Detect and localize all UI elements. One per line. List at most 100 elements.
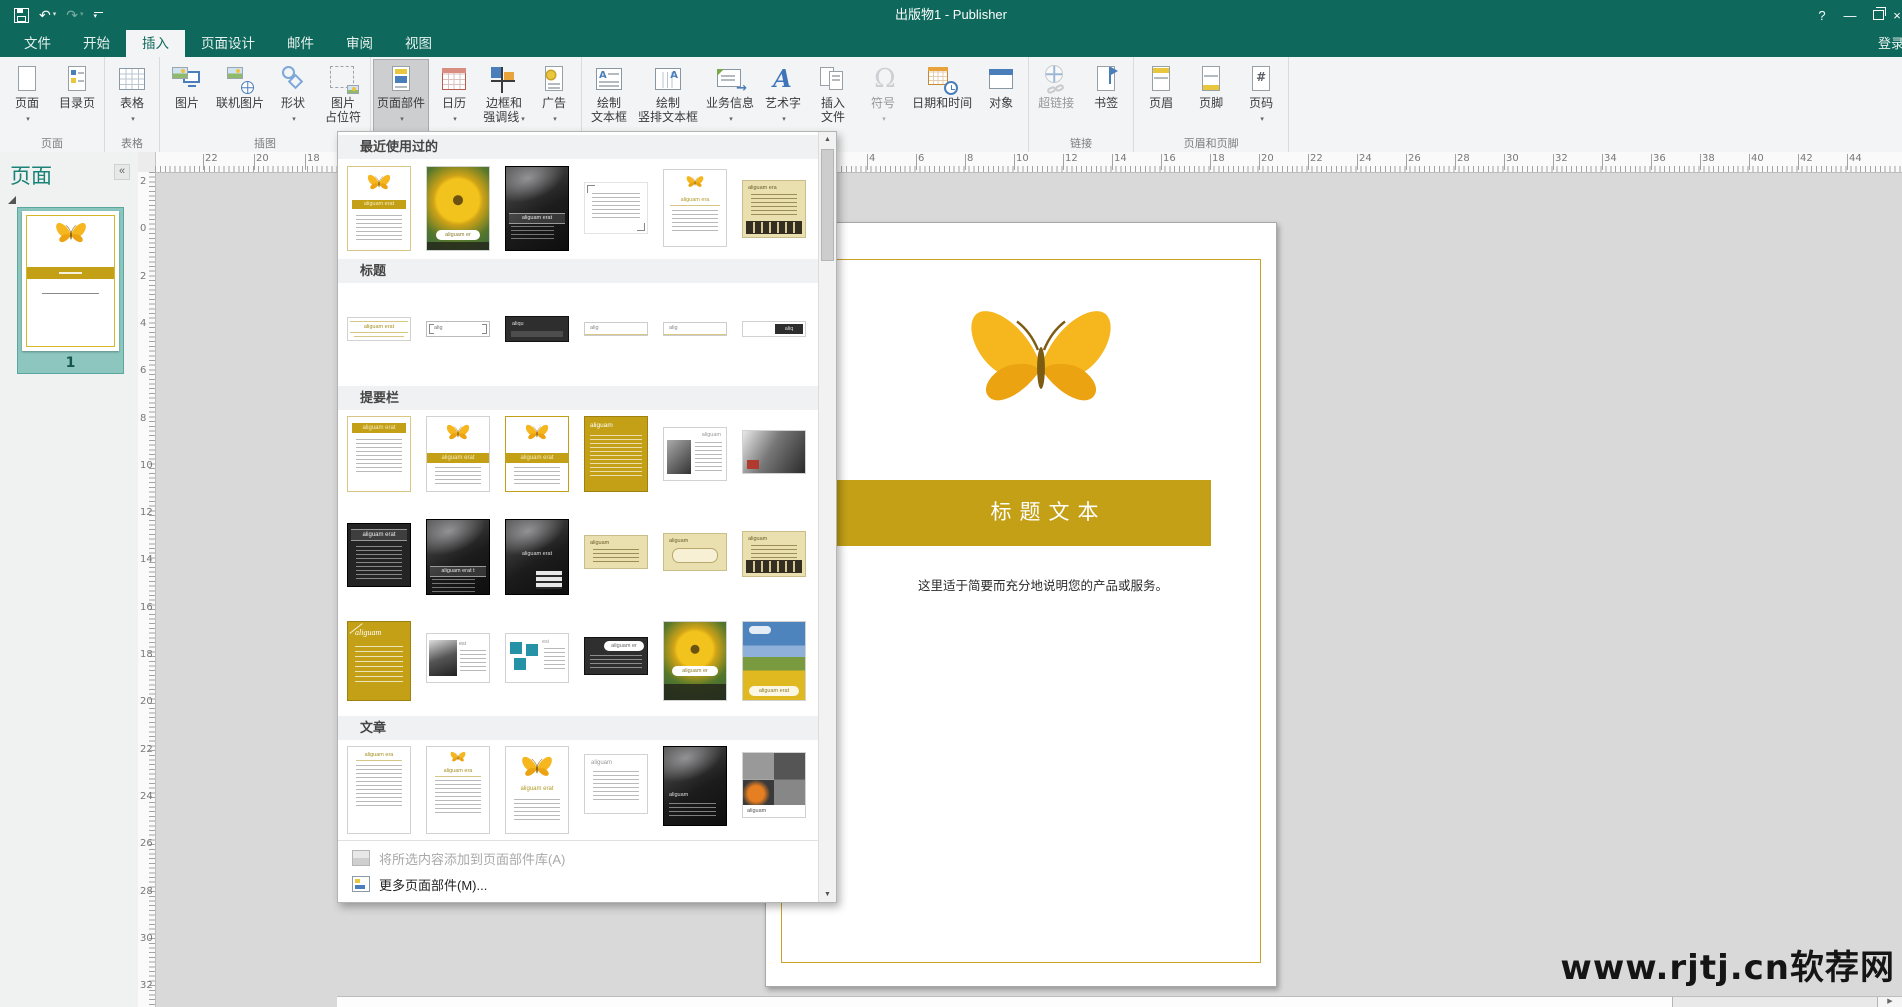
- publication-page[interactable]: 标题文本 这里适于简要而充分地说明您的产品或服务。: [765, 222, 1277, 987]
- gallery-thumbnail[interactable]: aliguam erat: [347, 166, 411, 251]
- scroll-up-arrow[interactable]: ▲: [819, 132, 836, 147]
- gallery-thumbnail[interactable]: aliguam: [663, 427, 727, 481]
- help-button[interactable]: ?: [1808, 8, 1836, 23]
- gallery-thumbnail[interactable]: aliguam erat: [347, 416, 411, 492]
- gallery-thumbnail[interactable]: aliguam era: [742, 180, 806, 238]
- gallery-thumbnail[interactable]: esi: [505, 633, 569, 683]
- thumbnail-caption: aliguam: [585, 421, 647, 430]
- gallery-thumbnail[interactable]: aliguam erat: [347, 523, 411, 587]
- gallery-thumbnail[interactable]: aliguam er: [663, 621, 727, 701]
- tab-view[interactable]: 视图: [389, 30, 448, 57]
- gallery-row: aliguam erataliguam eraliguam erat aligua…: [338, 166, 836, 251]
- insert-file-button[interactable]: 插入文件: [808, 59, 858, 135]
- gallery-thumbnail[interactable]: aliguam erat: [742, 621, 806, 701]
- footer-button[interactable]: 页脚: [1186, 59, 1236, 135]
- gallery-thumbnail[interactable]: aliguam erat: [505, 519, 569, 595]
- shapes-button[interactable]: 形状▾: [268, 59, 318, 135]
- more-page-parts-item[interactable]: 更多页面部件(M)...: [338, 871, 819, 897]
- gallery-thumbnail[interactable]: aliq: [742, 321, 806, 337]
- body-text[interactable]: 这里适于简要而充分地说明您的产品或服务。: [766, 575, 1276, 594]
- gallery-thumbnail[interactable]: aliguam: [742, 531, 806, 577]
- gallery-thumbnail[interactable]: alig: [663, 322, 727, 336]
- gallery-thumbnail[interactable]: aliguam erat: [505, 746, 569, 834]
- page-number-button[interactable]: #页码▾: [1236, 59, 1286, 135]
- bookmark-button[interactable]: 书签: [1081, 59, 1131, 135]
- vertical-ruler[interactable]: 202468101214161820222426283032: [138, 172, 156, 1007]
- minimize-button[interactable]: —: [1836, 8, 1864, 23]
- gallery-scrollbar[interactable]: ▲▼: [818, 132, 836, 902]
- business-info-button[interactable]: →业务信息▾: [702, 59, 758, 135]
- gallery-thumbnail[interactable]: alig: [426, 321, 490, 337]
- tab-mailings[interactable]: 邮件: [271, 30, 330, 57]
- online-picture-button[interactable]: 联机图片: [212, 59, 268, 135]
- tab-page-design[interactable]: 页面设计: [185, 30, 271, 57]
- restore-button[interactable]: [1864, 8, 1892, 23]
- table-button[interactable]: 表格▾: [107, 59, 157, 135]
- tab-insert[interactable]: 插入: [126, 30, 185, 57]
- page-thumbnail-1[interactable]: 1: [17, 207, 124, 374]
- draw-vertical-text-box-button[interactable]: A绘制竖排文本框: [634, 59, 702, 135]
- gallery-thumbnail[interactable]: esi: [426, 633, 490, 683]
- picture-placeholder-button[interactable]: 图片占位符: [318, 59, 368, 135]
- horizontal-scrollbar[interactable]: ▶: [337, 996, 1902, 1007]
- gallery-thumbnail[interactable]: alig: [584, 322, 648, 336]
- ruler-number: 8: [967, 153, 973, 164]
- tab-review[interactable]: 审阅: [330, 30, 389, 57]
- date-time-button[interactable]: 日期和时间: [908, 59, 976, 135]
- gallery-thumbnail[interactable]: aliguam erat: [347, 317, 411, 341]
- ruler-number: 28: [140, 886, 153, 897]
- thumbnail-caption: aliguam erat: [352, 423, 406, 433]
- wordart-icon: A: [766, 63, 800, 96]
- gallery-thumbnail[interactable]: aliguam er: [426, 166, 490, 251]
- butterfly-image[interactable]: [966, 293, 1116, 413]
- gallery-thumbnail[interactable]: aliguam er: [584, 637, 648, 675]
- page-section-triangle-icon[interactable]: [8, 196, 16, 204]
- gallery-thumbnail[interactable]: aliguam: [663, 533, 727, 571]
- scroll-right-arrow[interactable]: ▶: [1877, 997, 1902, 1007]
- ribbon-group-label: 页面: [0, 135, 104, 151]
- picture-placeholder-icon: [326, 63, 360, 96]
- ribbon-tab-row: 文件开始插入页面设计邮件审阅视图 登录: [0, 30, 1902, 57]
- scroll-down-arrow[interactable]: ▼: [819, 887, 836, 902]
- gallery-thumbnail[interactable]: aliguam: [742, 752, 806, 818]
- object-button[interactable]: 对象: [976, 59, 1026, 135]
- gallery-thumbnail[interactable]: aliguam era: [347, 746, 411, 834]
- gallery-thumbnail[interactable]: [742, 430, 806, 474]
- picture-button[interactable]: 图片: [162, 59, 212, 135]
- thumbnail-caption: aliguam: [348, 628, 410, 638]
- close-button[interactable]: ×: [1892, 8, 1902, 23]
- sign-in-link[interactable]: 登录: [1878, 30, 1902, 57]
- gallery-thumbnail[interactable]: aliguam erat t: [426, 519, 490, 595]
- thumbnail-caption: aliguam: [743, 535, 805, 544]
- tab-file[interactable]: 文件: [8, 30, 67, 57]
- gallery-scrollbar-thumb[interactable]: [821, 149, 834, 261]
- tab-home[interactable]: 开始: [67, 30, 126, 57]
- borders-accents-button[interactable]: 边框和强调线▾: [479, 59, 529, 135]
- catalog-pages-button[interactable]: 目录页: [52, 59, 102, 135]
- header-button[interactable]: 页眉: [1136, 59, 1186, 135]
- gallery-thumbnail[interactable]: aliguam: [584, 535, 648, 569]
- wordart-button[interactable]: A艺术字▾: [758, 59, 808, 135]
- draw-text-box-button[interactable]: A绘制文本框: [584, 59, 634, 135]
- page-parts-button[interactable]: 页面部件▾: [373, 59, 429, 135]
- collapse-pages-panel-button[interactable]: «: [114, 164, 130, 180]
- gallery-thumbnail[interactable]: aliqu: [505, 316, 569, 342]
- gallery-thumbnail[interactable]: aliguam erat: [505, 166, 569, 251]
- advertisements-button[interactable]: 广告▾: [529, 59, 579, 135]
- gallery-thumbnail[interactable]: [584, 182, 648, 234]
- gallery-thumbnail[interactable]: aliguam: [347, 621, 411, 701]
- page-button[interactable]: 页面▾: [2, 59, 52, 135]
- title-band-text[interactable]: 标题文本: [846, 480, 1251, 546]
- gallery-thumbnail[interactable]: aliguam: [584, 416, 648, 492]
- dropdown-arrow-icon: ▾: [400, 116, 404, 123]
- gallery-thumbnail[interactable]: aliguam: [663, 746, 727, 826]
- calendar-button[interactable]: 日历▾: [429, 59, 479, 135]
- gallery-thumbnail[interactable]: aliguam era: [426, 746, 490, 834]
- gallery-thumbnail[interactable]: aliguam erat: [426, 416, 490, 492]
- gallery-thumbnail[interactable]: aliguam erat: [505, 416, 569, 492]
- thumbnail-caption: aliguam era: [356, 751, 402, 761]
- horizontal-scrollbar-thumb[interactable]: [337, 997, 1673, 1007]
- gallery-thumbnail[interactable]: aliguam era: [663, 169, 727, 247]
- thumbnail-caption: aliq: [775, 324, 803, 334]
- gallery-thumbnail[interactable]: aliguam: [584, 754, 648, 814]
